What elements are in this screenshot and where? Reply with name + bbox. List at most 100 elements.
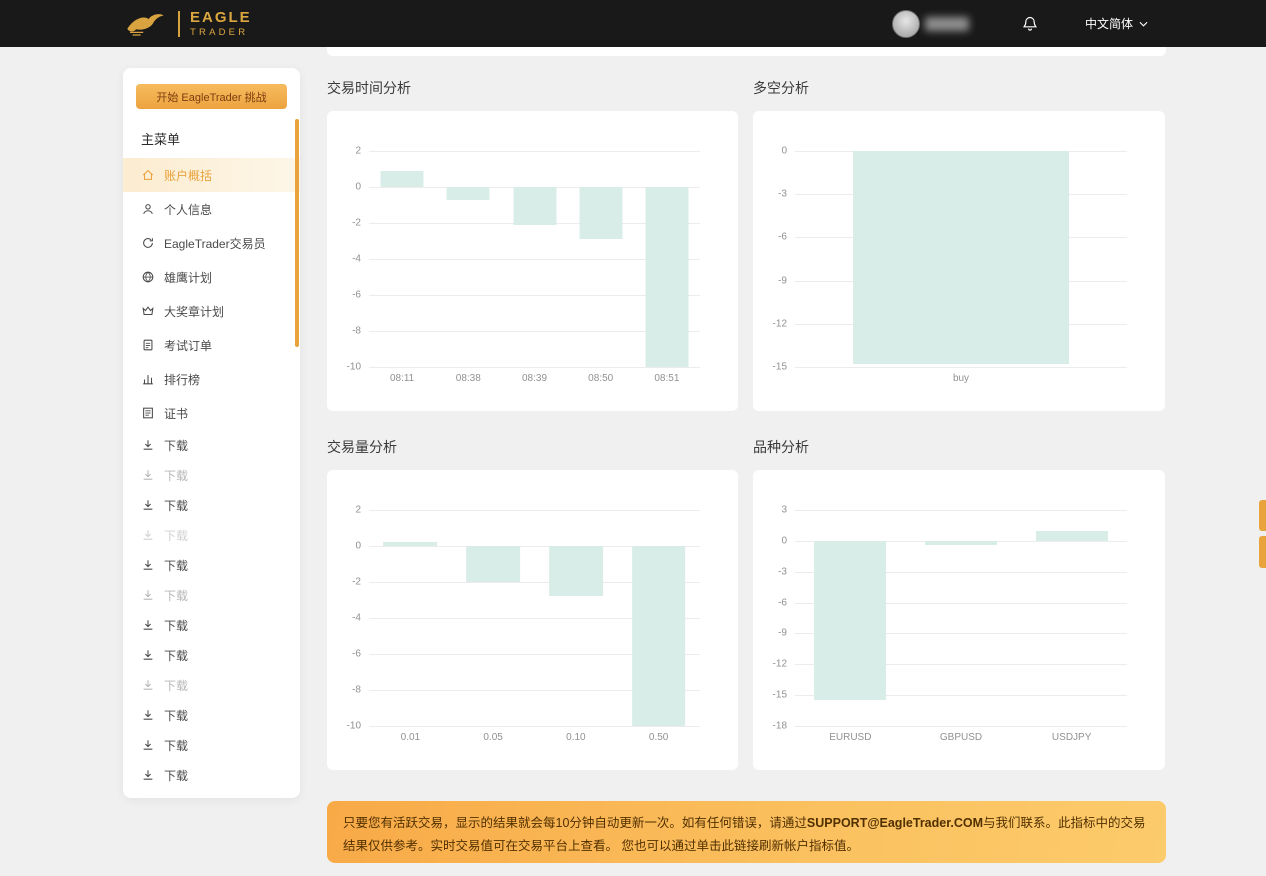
update-notice-banner: 只要您有活跃交易，显示的结果就会每10分钟自动更新一次。如有任何错误，请通过SU…: [327, 801, 1166, 863]
avatar[interactable]: [892, 10, 920, 38]
bar: [383, 542, 437, 546]
home-icon: [141, 168, 155, 182]
brand-text: EAGLE TRADER: [190, 10, 252, 38]
sidebar-item-label: 雄鹰计划: [164, 269, 212, 286]
bar: [814, 541, 886, 700]
x-tick-label: GBPUSD: [940, 732, 982, 743]
document-icon: [141, 338, 155, 352]
sidebar-item-download[interactable]: 下载: [123, 640, 300, 670]
sidebar-item-label: 下载: [164, 647, 188, 664]
download-icon: [141, 648, 155, 662]
sidebar-item-download[interactable]: 下载: [123, 430, 300, 460]
bar: [447, 187, 490, 200]
y-tick-label: -10: [347, 362, 361, 373]
sidebar-item-download[interactable]: 下载: [123, 760, 300, 790]
sidebar-item-exam-orders[interactable]: 考试订单: [123, 328, 300, 362]
sidebar-item-download[interactable]: 下载: [123, 730, 300, 760]
x-tick-label: 08:51: [654, 373, 679, 384]
sidebar-item-download[interactable]: 下载: [123, 550, 300, 580]
plot-area: [795, 510, 1127, 726]
bar-chart: 0-3-6-9-12-15 buy: [753, 111, 1165, 411]
x-tick-label: 0.05: [483, 732, 502, 743]
sidebar-item-profile[interactable]: 个人信息: [123, 192, 300, 226]
brand-logo: EAGLE TRADER: [122, 10, 252, 38]
sidebar-item-grand-medal-plan[interactable]: 大奖章计划: [123, 294, 300, 328]
app-header: EAGLE TRADER 中文简体: [0, 0, 1266, 47]
sidebar-item-label: 大奖章计划: [164, 303, 224, 320]
y-tick-label: -2: [352, 217, 361, 228]
bar: [925, 541, 997, 545]
bar: [381, 171, 424, 187]
x-tick-label: EURUSD: [829, 732, 871, 743]
bar: [466, 546, 520, 582]
support-email[interactable]: SUPPORT@EagleTrader.COM: [807, 816, 983, 830]
y-tick-label: -15: [773, 690, 787, 701]
gridline: [795, 367, 1127, 368]
y-tick-label: -2: [352, 576, 361, 587]
y-tick-label: 2: [355, 146, 361, 157]
x-tick-label: 08:39: [522, 373, 547, 384]
chart-title: 多空分析: [753, 78, 1165, 98]
sidebar-item-download[interactable]: 下载: [123, 520, 300, 550]
bar: [645, 187, 688, 367]
y-tick-label: -12: [773, 659, 787, 670]
sidebar-item-label: 下载: [164, 677, 188, 694]
username-redacted: [925, 17, 969, 31]
y-axis: 20-2-4-6-8-10: [327, 151, 365, 367]
notification-bell-icon[interactable]: [1021, 14, 1039, 34]
floating-widget[interactable]: [1259, 536, 1266, 568]
x-axis: 08:1108:3808:3908:5008:51: [369, 373, 700, 387]
sidebar-item-label: EagleTrader交易员: [164, 235, 266, 252]
sidebar-item-download[interactable]: 下载: [123, 610, 300, 640]
sidebar-item-label: 下载: [164, 767, 188, 784]
gridline: [369, 151, 700, 152]
sidebar-item-label: 下载: [164, 737, 188, 754]
chart-title: 交易量分析: [327, 437, 738, 457]
y-tick-label: -8: [352, 685, 361, 696]
user-icon: [141, 202, 155, 216]
y-tick-label: -6: [352, 289, 361, 300]
sidebar-item-label: 个人信息: [164, 201, 212, 218]
bar: [1036, 531, 1108, 541]
x-tick-label: USDJPY: [1052, 732, 1091, 743]
sidebar-item-label: 下载: [164, 467, 188, 484]
sidebar-item-label: 下载: [164, 617, 188, 634]
sidebar-item-download[interactable]: 下载: [123, 700, 300, 730]
chart-card: 20-2-4-6-8-10 0.010.050.100.50: [327, 470, 738, 770]
bar: [513, 187, 556, 225]
user-menu[interactable]: [892, 10, 969, 38]
y-tick-label: -6: [352, 648, 361, 659]
sidebar-scrollbar[interactable]: [295, 119, 299, 347]
sidebar-item-leaderboard[interactable]: 排行榜: [123, 362, 300, 396]
refresh-icon: [141, 236, 155, 250]
download-icon: [141, 558, 155, 572]
sidebar-item-certificates[interactable]: 证书: [123, 396, 300, 430]
y-tick-label: -9: [778, 628, 787, 639]
floating-widget[interactable]: [1259, 500, 1266, 531]
download-icon: [141, 498, 155, 512]
chart-section-volume: 交易量分析 20-2-4-6-8-10 0.010.050.100.50: [327, 437, 738, 770]
start-challenge-button[interactable]: 开始 EagleTrader 挑战: [136, 84, 287, 109]
sidebar-item-label: 考试订单: [164, 337, 212, 354]
sidebar-item-eagletrader-trader[interactable]: EagleTrader交易员: [123, 226, 300, 260]
y-tick-label: 2: [355, 505, 361, 516]
sidebar-item-label: 账户概括: [164, 167, 212, 184]
sidebar-item-download[interactable]: 下载: [123, 460, 300, 490]
x-tick-label: 0.10: [566, 732, 585, 743]
sidebar-item-download[interactable]: 下载: [123, 670, 300, 700]
brand-divider: [178, 11, 180, 37]
sidebar-item-download[interactable]: 下载: [123, 580, 300, 610]
gridline: [795, 726, 1127, 727]
y-tick-label: 0: [355, 540, 361, 551]
sidebar-item-account-overview[interactable]: 账户概括: [123, 158, 300, 192]
chart-title: 交易时间分析: [327, 78, 738, 98]
chart-title: 品种分析: [753, 437, 1165, 457]
chart-section-symbols: 品种分析 30-3-6-9-12-15-18 EURUSDGBPUSDUSDJP…: [753, 437, 1165, 770]
y-axis: 30-3-6-9-12-15-18: [753, 510, 791, 726]
language-selector[interactable]: 中文简体: [1085, 15, 1148, 32]
bar: [632, 546, 686, 726]
sidebar-item-label: 下载: [164, 707, 188, 724]
sidebar-item-download[interactable]: 下载: [123, 490, 300, 520]
sidebar-item-eagle-plan[interactable]: 雄鹰计划: [123, 260, 300, 294]
download-icon: [141, 618, 155, 632]
